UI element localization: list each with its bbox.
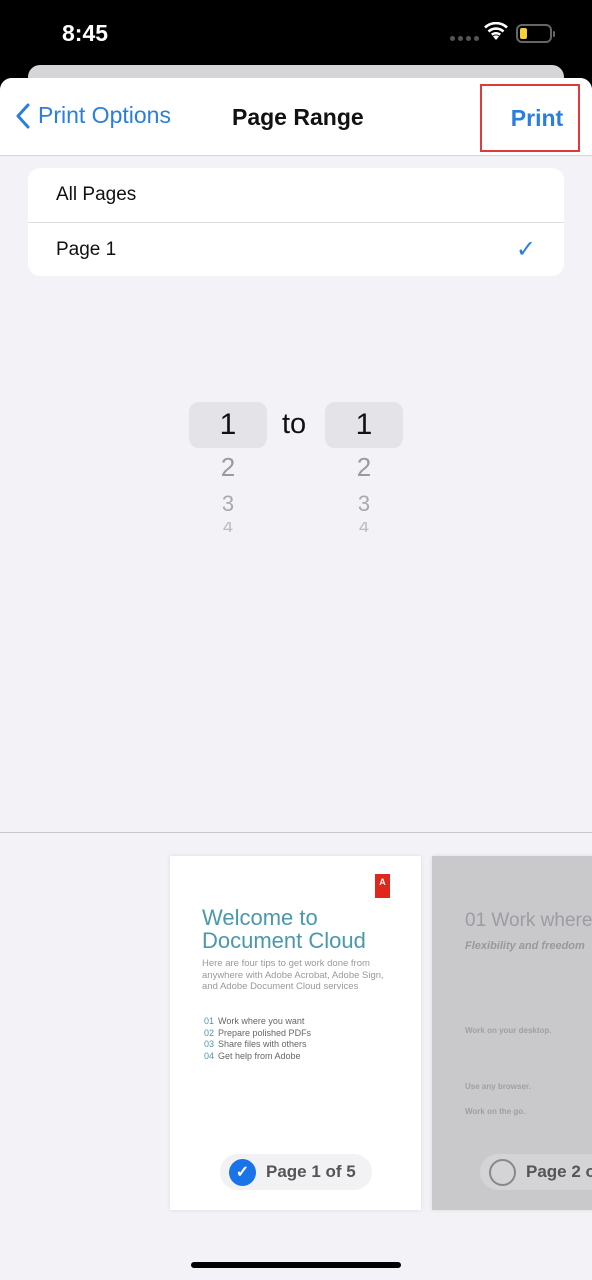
option-all-pages[interactable]: All Pages — [28, 168, 564, 222]
battery-icon — [516, 24, 555, 43]
tips-list: 01 Work where you want 02 Prepare polished… — [204, 1016, 311, 1062]
range-separator: to — [282, 408, 307, 440]
preview-title: Welcome to Document Cloud — [202, 906, 366, 952]
preview-subtitle: Here are four tips to get work done from… — [202, 958, 384, 992]
preview-heading: Work on the go. — [465, 1107, 526, 1116]
preview-title: 01 Work where you want — [465, 910, 592, 931]
back-label: Print Options — [38, 102, 171, 128]
preview-heading: Work on your desktop. — [465, 1026, 552, 1035]
checkmark-icon: ✓ — [515, 236, 536, 263]
home-indicator[interactable] — [191, 1262, 401, 1268]
range-options-list: All Pages Page 1 ✓ — [28, 168, 564, 276]
page-preview-1[interactable]: A Welcome to Document Cloud Here are four… — [170, 856, 421, 1210]
tip-number: 01 — [204, 1016, 215, 1026]
picker-option[interactable]: 2 — [189, 448, 267, 486]
tip-item: 03 Share files with others — [204, 1039, 311, 1051]
option-label: All Pages — [56, 184, 137, 205]
option-page-1[interactable]: Page 1 ✓ — [28, 222, 564, 276]
page-title: Page Range — [232, 104, 364, 130]
page-select-badge[interactable]: ✓ Page 1 of 5 — [220, 1154, 372, 1190]
tip-item: 04 Get help from Adobe — [204, 1051, 311, 1063]
page-select-badge[interactable]: Page 2 of 5 — [480, 1154, 592, 1190]
to-page-picker[interactable]: 1 2 3 4 — [325, 402, 403, 532]
title-line: Document Cloud — [202, 928, 366, 953]
tip-text: Prepare polished PDFs — [218, 1027, 312, 1038]
picker-selected: 1 — [325, 402, 403, 448]
print-button[interactable]: Print — [480, 84, 580, 152]
picker-option[interactable]: 3 — [189, 486, 267, 522]
divider — [0, 832, 592, 833]
page-label: Page 1 of 5 — [266, 1162, 356, 1181]
picker-option[interactable]: 4 — [325, 522, 403, 532]
tip-text: Work where you want — [218, 1016, 305, 1026]
empty-circle-icon — [489, 1158, 516, 1186]
picker-option[interactable]: 4 — [189, 522, 267, 532]
tip-number: 03 — [204, 1039, 215, 1049]
status-bar: 8:45 — [0, 0, 592, 70]
page-preview-2[interactable]: 01 Work where you want Flexibility and f… — [432, 856, 592, 1210]
tip-item: 02 Prepare polished PDFs — [204, 1028, 311, 1040]
preview-heading: Use any browser. — [465, 1082, 531, 1091]
picker-selected: 1 — [189, 402, 267, 448]
option-label: Page 1 — [56, 238, 117, 260]
tip-number: 04 — [204, 1050, 215, 1061]
chevron-left-icon — [16, 103, 30, 128]
title-line: Welcome to — [202, 905, 318, 930]
nav-bar: Print Options Page Range Print — [0, 78, 592, 156]
checkmark-circle-icon: ✓ — [229, 1158, 256, 1186]
page-label: Page 2 of 5 — [526, 1162, 592, 1181]
tip-number: 02 — [204, 1027, 215, 1038]
cellular-signal-icon — [450, 36, 479, 41]
status-time: 8:45 — [62, 20, 109, 46]
page-range-sheet: Print Options Page Range Print All Pages… — [0, 78, 592, 1280]
tip-text: Get help from Adobe — [218, 1050, 301, 1061]
tip-item: 01 Work where you want — [204, 1016, 311, 1028]
adobe-logo: A — [375, 874, 390, 898]
preview-subtitle: Flexibility and freedom — [465, 940, 585, 952]
from-page-picker[interactable]: 1 2 3 4 — [189, 402, 267, 532]
wifi-icon — [484, 22, 508, 40]
picker-option[interactable]: 3 — [325, 486, 403, 522]
picker-option[interactable]: 2 — [325, 448, 403, 486]
back-button[interactable]: Print Options — [16, 102, 171, 129]
tip-text: Share files with others — [218, 1039, 307, 1049]
